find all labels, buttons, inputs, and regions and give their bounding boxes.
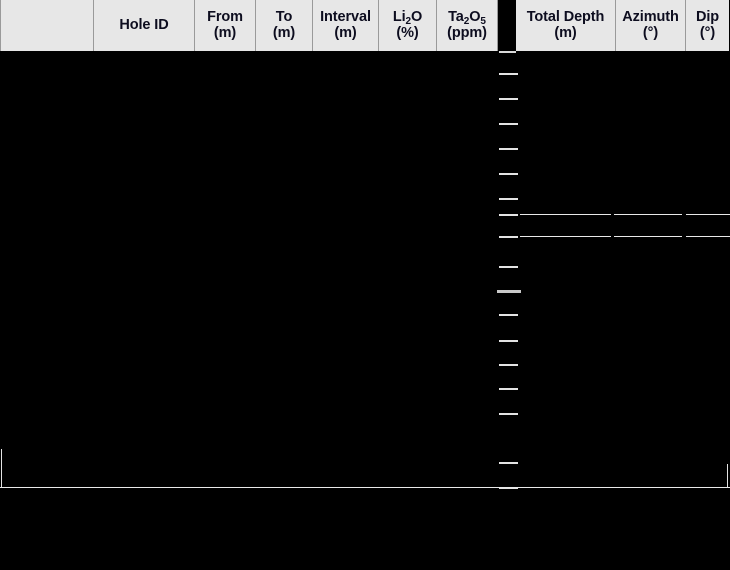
li2o-subscript: 2: [405, 15, 412, 27]
column-header-azimuth-line2: (°): [642, 24, 659, 41]
row-tick-icon: [499, 364, 518, 366]
column-header-ta2o5-unit: (ppm): [447, 24, 487, 41]
column-header-dip-line1: Dip: [695, 8, 720, 25]
column-header-interval-line1: Interval: [320, 8, 371, 25]
column-header-dip: Dip (°): [686, 0, 729, 51]
row-tick-icon: [499, 462, 518, 464]
column-header-total-depth-line1: Total Depth: [526, 8, 605, 25]
li2o-base: Li: [392, 8, 406, 25]
row-tick-icon: [499, 236, 518, 238]
li2o-tail: O: [410, 8, 423, 25]
footer-rule: [0, 487, 730, 488]
row-tick-icon: [499, 314, 518, 316]
left-edge-rule: [1, 449, 2, 488]
column-header-li2o-formula: Li2O: [392, 8, 423, 27]
row-tick-icon: [499, 173, 518, 175]
row-tick-icon: [499, 340, 518, 342]
row-tick-icon: [499, 388, 518, 390]
column-header-to-line2: (m): [272, 24, 296, 41]
column-header-total-depth: Total Depth (m): [516, 0, 616, 51]
column-header-interval: Interval (m): [313, 0, 379, 51]
column-header-interval-line2: (m): [334, 24, 357, 41]
ta2o5-subscript-2: 2: [463, 15, 470, 27]
row-tick-icon: [497, 290, 521, 293]
ta2o5-subscript-5: 5: [480, 15, 486, 27]
row-tick-icon: [499, 413, 518, 415]
column-header-row-label: [0, 0, 94, 51]
column-header-dip-line2: (°): [699, 24, 716, 41]
column-header-ta2o5-formula: Ta2O5: [448, 8, 486, 27]
row-tick-icon: [499, 214, 518, 216]
column-header-from-line2: (m): [213, 24, 237, 41]
column-header-azimuth: Azimuth (°): [616, 0, 686, 51]
separator-rule-segment: [614, 214, 682, 215]
column-header-azimuth-line1: Azimuth: [622, 8, 679, 25]
table-header-row: Hole ID From (m) To (m) Interval (m) Li2…: [0, 0, 730, 53]
column-header-to: To (m): [256, 0, 313, 51]
table-body: [0, 51, 730, 570]
drill-results-table: Hole ID From (m) To (m) Interval (m) Li2…: [0, 0, 730, 570]
column-header-li2o-unit: (%): [396, 24, 419, 41]
column-header-ta2o5: Ta2O5 (ppm): [437, 0, 498, 51]
column-header-to-line1: To: [275, 8, 293, 25]
row-tick-icon: [499, 266, 518, 268]
separator-rule-segment: [614, 236, 682, 237]
column-header-from-line1: From: [207, 8, 243, 25]
separator-rule-segment: [686, 236, 730, 237]
separator-rule-segment: [686, 214, 730, 215]
row-tick-icon: [499, 73, 518, 75]
column-header-hole-id: Hole ID: [94, 0, 195, 51]
row-tick-icon: [499, 98, 518, 100]
separator-rule-segment: [520, 236, 611, 237]
row-tick-icon: [499, 123, 518, 125]
row-tick-icon: [499, 148, 518, 150]
row-tick-icon: [499, 198, 518, 200]
column-header-spacer: [498, 0, 516, 53]
column-header-from: From (m): [195, 0, 256, 51]
column-header-total-depth-line2: (m): [554, 24, 577, 41]
column-header-hole-id-line1: Hole ID: [119, 16, 169, 33]
right-edge-rule: [727, 464, 728, 488]
separator-rule-segment: [520, 214, 611, 215]
column-header-li2o: Li2O (%): [379, 0, 437, 51]
